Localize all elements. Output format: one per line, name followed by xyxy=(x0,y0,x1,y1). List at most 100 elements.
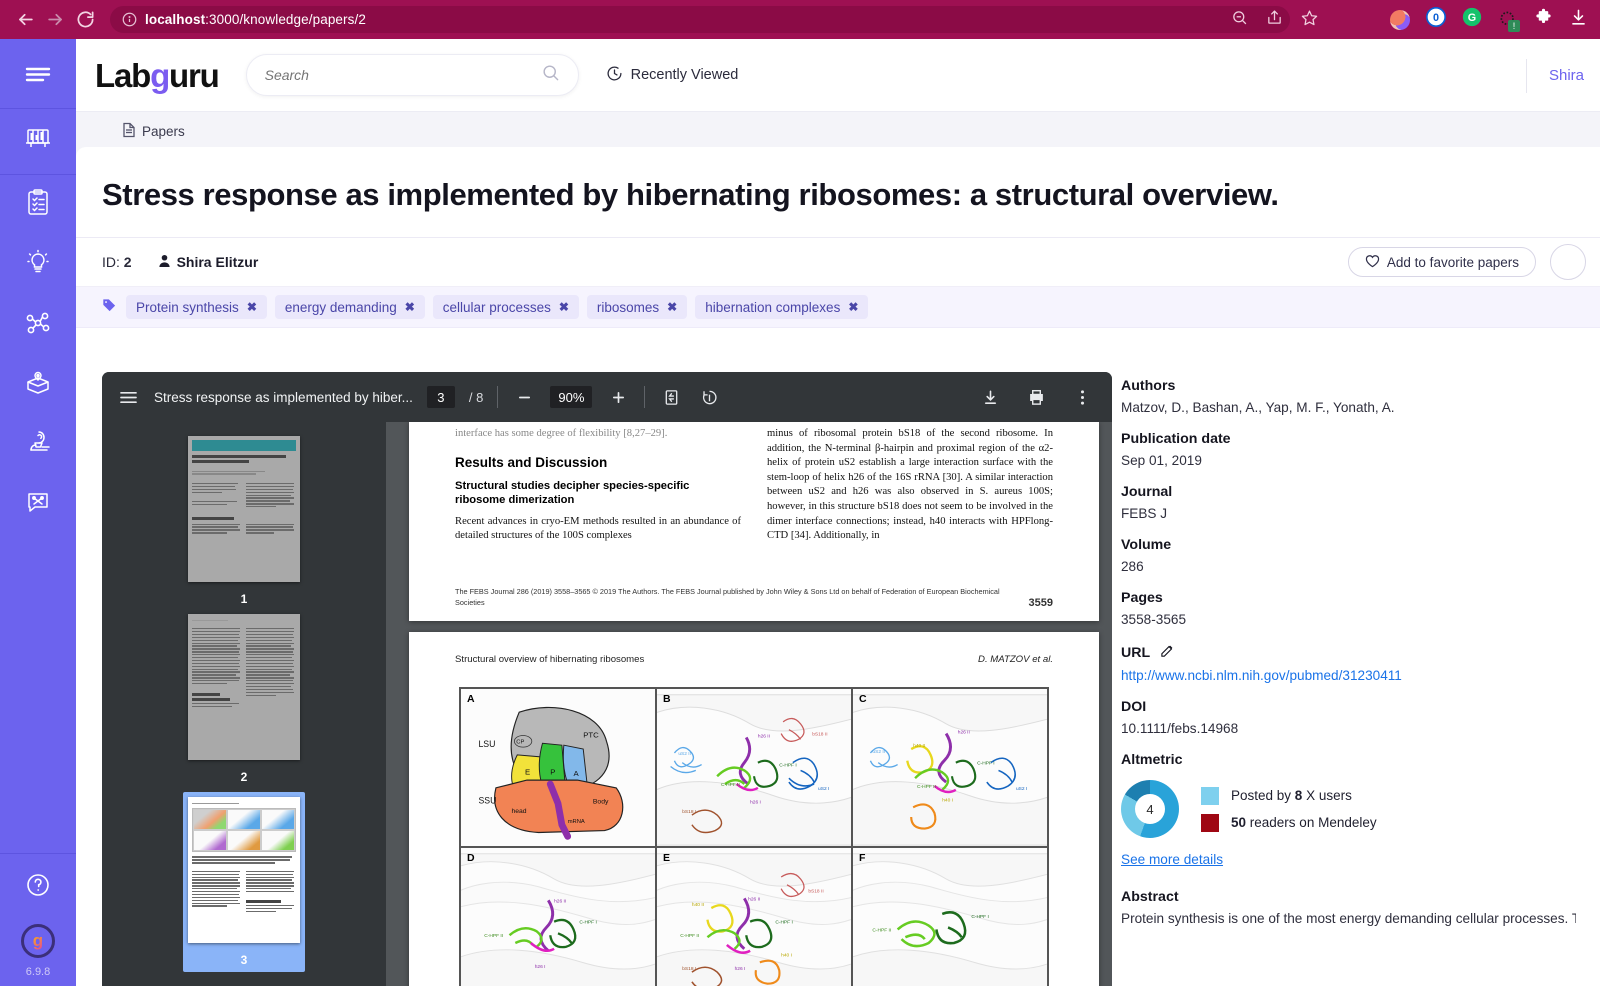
tag-remove-icon[interactable]: ✖ xyxy=(559,300,569,314)
pdf-page-total: / 8 xyxy=(469,390,483,405)
tag-chip[interactable]: cellular processes✖ xyxy=(433,295,579,319)
sidebar-item-experiments[interactable] xyxy=(0,109,76,175)
tag-chip[interactable]: Protein synthesis✖ xyxy=(126,295,267,319)
pdf-thumbnail-selected[interactable]: 3 xyxy=(183,792,305,972)
sidebar-item-projects[interactable] xyxy=(0,295,76,355)
figure-panel-d: D xyxy=(460,847,656,986)
tag-remove-icon[interactable]: ✖ xyxy=(405,300,415,314)
pdf-page-input[interactable]: 3 xyxy=(427,386,455,408)
pdf-thumbnail[interactable]: 2 xyxy=(188,614,300,784)
onepassword-extension-icon[interactable]: 0 xyxy=(1426,7,1446,32)
reload-icon[interactable] xyxy=(70,5,100,35)
avatar[interactable]: g xyxy=(21,924,55,958)
url-label: URL xyxy=(1121,643,1576,662)
url-link[interactable]: http://www.ncbi.nlm.nih.gov/pubmed/31230… xyxy=(1121,668,1402,683)
search-input[interactable] xyxy=(265,67,541,83)
back-arrow-icon[interactable] xyxy=(10,5,40,35)
pdf-body-right: minus of ribosomal protein bS18 of the s… xyxy=(767,427,1053,544)
sidebar-item-inventory[interactable] xyxy=(0,355,76,415)
svg-text:CP: CP xyxy=(516,739,524,745)
pdf-viewer: Stress response as implemented by hiber.… xyxy=(102,372,1112,986)
publication-date-label: Publication date xyxy=(1121,431,1576,447)
tag-label: ribosomes xyxy=(597,300,659,315)
paper-owner-name: Shira Elitzur xyxy=(177,254,259,270)
altmetric-donut[interactable]: 4 xyxy=(1121,780,1179,838)
tag-remove-icon[interactable]: ✖ xyxy=(667,300,677,314)
figure-panel-f: F C-HPF I C-HPF II xyxy=(852,847,1048,986)
tag-remove-icon[interactable]: ✖ xyxy=(247,300,257,314)
toolbar-divider xyxy=(497,386,498,408)
paper-main-area: Stress response as implemented by hiber.… xyxy=(76,362,1600,986)
rotate-icon[interactable] xyxy=(697,385,721,409)
zoom-out-icon[interactable] xyxy=(512,385,536,409)
help-question-icon[interactable] xyxy=(0,872,76,898)
recently-viewed-button[interactable]: Recently Viewed xyxy=(606,65,739,86)
microscope-icon xyxy=(25,429,52,461)
forward-arrow-icon[interactable] xyxy=(40,5,70,35)
svg-text:h26 II: h26 II xyxy=(758,733,770,739)
sidebar-item-equipment[interactable] xyxy=(0,415,76,475)
honey-extension-icon[interactable]: ! xyxy=(1498,10,1518,30)
puzzle-extensions-icon[interactable] xyxy=(1534,8,1553,32)
downloads-icon[interactable] xyxy=(1569,8,1588,32)
svg-text:bS18 II: bS18 II xyxy=(808,888,823,894)
altmetric-legend: Posted by 8 X users 50 readers on Mendel… xyxy=(1201,787,1377,832)
svg-text:P: P xyxy=(550,767,555,776)
pdf-thumbnail-number: 2 xyxy=(188,770,300,784)
heart-icon xyxy=(1365,254,1380,271)
svg-text:Body: Body xyxy=(593,798,609,805)
tag-chip[interactable]: ribosomes ✖ xyxy=(587,295,687,319)
pdf-page-area[interactable]: interface has some degree of flexibility… xyxy=(386,422,1112,986)
edit-pencil-icon[interactable] xyxy=(1160,643,1175,662)
more-vertical-icon[interactable] xyxy=(1070,385,1094,409)
more-actions-button[interactable] xyxy=(1550,244,1586,280)
figure-panel-label: E xyxy=(663,852,670,864)
pdf-body-left: Recent advances in cryo-EM methods resul… xyxy=(455,515,741,544)
sidebar-toggle-icon[interactable] xyxy=(116,385,140,409)
svg-text:uS2 II: uS2 II xyxy=(678,751,691,757)
sidebar-item-knowledge[interactable] xyxy=(0,235,76,295)
see-more-details-link[interactable]: See more details xyxy=(1121,852,1223,867)
search-icon[interactable] xyxy=(541,63,560,87)
pdf-page-3: Structural overview of hibernating ribos… xyxy=(409,632,1099,986)
tag-icon xyxy=(102,298,116,317)
figure-panel-label: A xyxy=(467,693,475,705)
lightbulb-icon xyxy=(25,249,51,281)
grammarly-extension-icon[interactable]: G xyxy=(1462,7,1482,32)
print-icon[interactable] xyxy=(1024,385,1048,409)
share-icon[interactable] xyxy=(1266,9,1283,31)
svg-text:uS2 II: uS2 II xyxy=(872,749,885,755)
add-to-favorite-papers-button[interactable]: Add to favorite papers xyxy=(1348,247,1536,277)
svg-text:bS18 I: bS18 I xyxy=(682,809,696,815)
color-blend-extension-icon[interactable] xyxy=(1390,10,1410,30)
zoom-in-icon[interactable] xyxy=(606,385,630,409)
figure-panel-e: E xyxy=(656,847,852,986)
tag-chip[interactable]: hibernation complexes✖ xyxy=(695,295,868,319)
page-title: Stress response as implemented by hibern… xyxy=(102,177,1574,213)
tag-chip[interactable]: energy demanding✖ xyxy=(275,295,425,319)
pdf-toolbar-right xyxy=(978,385,1098,409)
labguru-logo[interactable]: Labguru xyxy=(95,59,219,92)
pdf-thumbnail-panel[interactable]: 1 xyxy=(102,422,386,986)
clock-icon xyxy=(606,65,623,86)
doi-value: 10.1111/febs.14968 xyxy=(1121,721,1576,736)
hamburger-menu-icon[interactable] xyxy=(0,39,76,109)
download-icon[interactable] xyxy=(978,385,1002,409)
star-icon[interactable] xyxy=(1301,9,1318,31)
svg-text:C-HPF II: C-HPF II xyxy=(680,933,699,939)
fit-page-icon[interactable] xyxy=(659,385,683,409)
breadcrumb[interactable]: Papers xyxy=(122,122,185,141)
user-name-label[interactable]: Shira xyxy=(1527,67,1600,84)
svg-text:h26 I: h26 I xyxy=(735,966,746,972)
pdf-zoom-level[interactable]: 90% xyxy=(550,386,592,408)
search-box[interactable] xyxy=(246,54,579,96)
svg-text:h40 I: h40 I xyxy=(942,797,953,803)
tag-remove-icon[interactable]: ✖ xyxy=(848,300,858,314)
address-bar[interactable]: localhost:3000/knowledge/papers/2 xyxy=(110,6,1290,33)
site-info-icon[interactable] xyxy=(122,12,137,27)
logo-accent: g xyxy=(150,57,169,94)
sidebar-item-support[interactable] xyxy=(0,475,76,535)
pdf-thumbnail[interactable]: 1 xyxy=(188,436,300,606)
sidebar-item-protocols[interactable] xyxy=(0,175,76,235)
zoom-out-icon[interactable] xyxy=(1231,9,1248,31)
